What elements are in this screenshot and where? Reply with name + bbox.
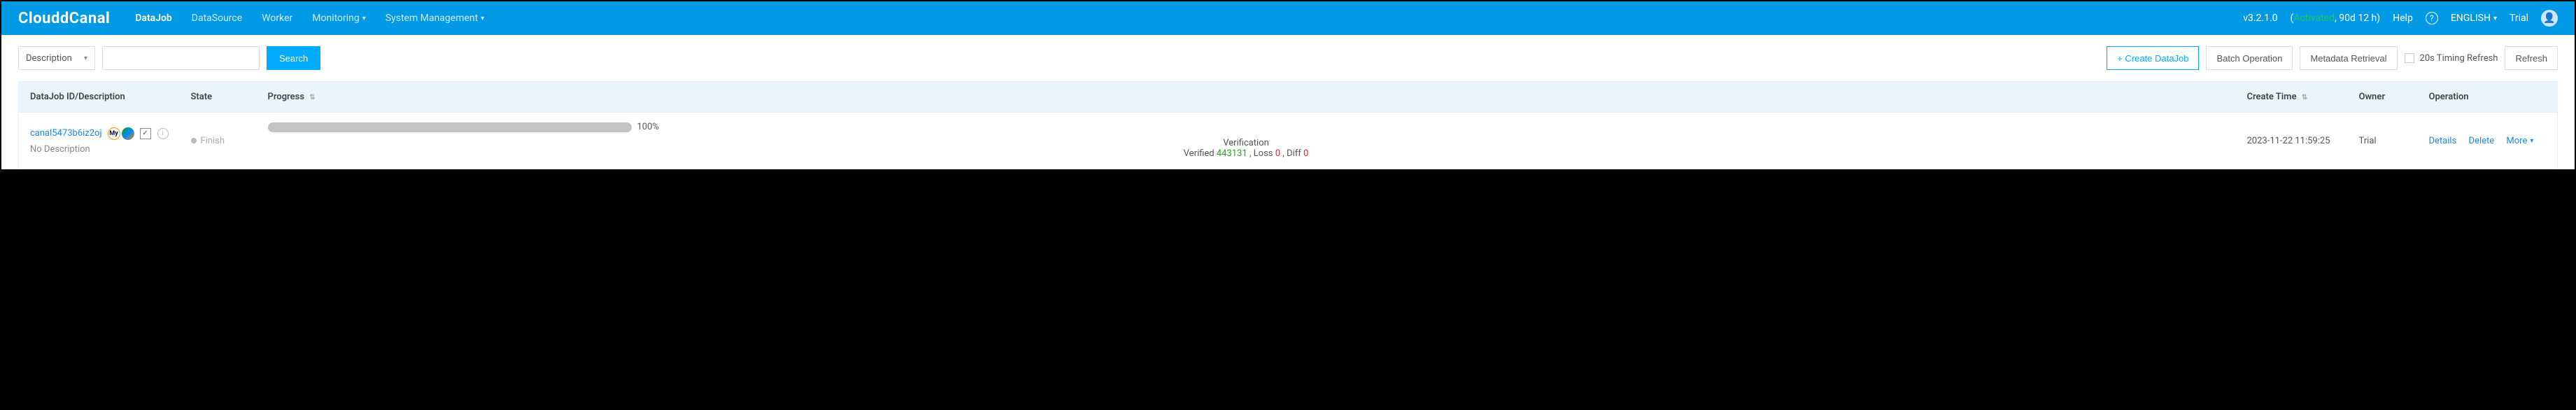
brand-logo: ClouddCanal xyxy=(18,10,110,27)
column-header-operation: Operation xyxy=(2418,82,2558,113)
license-info: (Activated, 90d 12 h) xyxy=(2291,13,2381,24)
table-row: canal5473b6iz2oj My ✓ i No Description xyxy=(19,113,2558,169)
column-header-state: State xyxy=(180,82,257,113)
timing-refresh-label: 20s Timing Refresh xyxy=(2420,53,2498,64)
more-dropdown[interactable]: More ▾ xyxy=(2506,136,2533,146)
nav-monitoring[interactable]: Monitoring ▾ xyxy=(312,13,366,24)
loss-count: 0 xyxy=(1275,148,1280,159)
chevron-down-icon: ▾ xyxy=(2493,15,2497,22)
help-icon[interactable]: ? xyxy=(2426,12,2438,24)
datajob-table: DataJob ID/Description State Progress ⇅ … xyxy=(18,81,2558,169)
progress-stage: Verification xyxy=(268,138,2225,148)
column-header-create-time[interactable]: Create Time ⇅ xyxy=(2236,82,2348,113)
chevron-down-icon: ▾ xyxy=(84,55,87,62)
datasource-icons: My xyxy=(108,127,134,140)
language-label: ENGLISH xyxy=(2451,13,2491,24)
state-label: Finish xyxy=(201,136,225,146)
mysql-icon: My xyxy=(108,127,120,140)
nav-monitoring-label: Monitoring xyxy=(312,13,360,24)
sort-icon: ⇅ xyxy=(309,94,315,101)
details-link[interactable]: Details xyxy=(2429,136,2457,146)
user-name: Trial xyxy=(2510,13,2528,24)
progress-cell: 100% Verification Verified 443131 , Loss… xyxy=(268,122,2225,159)
version-label: v3.2.1.0 xyxy=(2243,13,2277,24)
diff-count: 0 xyxy=(1303,148,1308,159)
nav-worker[interactable]: Worker xyxy=(262,13,292,24)
language-select[interactable]: ENGLISH ▾ xyxy=(2451,13,2497,24)
timing-refresh-toggle[interactable]: 20s Timing Refresh xyxy=(2405,53,2498,64)
progress-percent: 100% xyxy=(637,122,659,132)
owner-cell: Trial xyxy=(2348,113,2418,169)
create-time-cell: 2023-11-22 11:59:25 xyxy=(2236,113,2348,169)
create-datajob-button[interactable]: + Create DataJob xyxy=(2107,46,2199,70)
top-nav-bar: ClouddCanal DataJob DataSource Worker Mo… xyxy=(1,1,2575,35)
sort-icon: ⇅ xyxy=(2302,94,2307,101)
help-link[interactable]: Help xyxy=(2393,13,2413,24)
main-nav: DataJob DataSource Worker Monitoring ▾ S… xyxy=(135,13,2243,24)
verified-count: 443131 xyxy=(1217,148,1247,159)
info-icon[interactable]: i xyxy=(157,128,169,139)
progress-bar: 100% xyxy=(268,122,632,132)
progress-fill xyxy=(268,122,632,132)
state-cell: Finish xyxy=(191,136,246,146)
avatar[interactable]: 👤 xyxy=(2541,10,2558,27)
chevron-down-icon: ▾ xyxy=(2530,137,2533,145)
chevron-down-icon: ▾ xyxy=(362,15,366,22)
license-status: Activated xyxy=(2293,13,2335,24)
check-icon[interactable]: ✓ xyxy=(140,128,151,139)
action-row: Description ▾ Search + Create DataJob Ba… xyxy=(1,35,2575,81)
top-right-area: v3.2.1.0 (Activated, 90d 12 h) Help ? EN… xyxy=(2243,10,2558,27)
search-input[interactable] xyxy=(102,46,260,70)
datajob-description: No Description xyxy=(30,144,169,155)
nav-sysmgmt-label: System Management xyxy=(385,13,478,24)
column-header-id: DataJob ID/Description xyxy=(19,82,180,113)
batch-operation-button[interactable]: Batch Operation xyxy=(2206,46,2293,70)
checkbox-icon xyxy=(2405,53,2414,63)
target-db-icon xyxy=(122,127,134,140)
delete-link[interactable]: Delete xyxy=(2469,136,2495,146)
refresh-button[interactable]: Refresh xyxy=(2505,46,2558,70)
state-dot-icon xyxy=(191,138,197,143)
datajob-id-link[interactable]: canal5473b6iz2oj xyxy=(30,128,102,139)
nav-datasource[interactable]: DataSource xyxy=(192,13,242,24)
search-button[interactable]: Search xyxy=(267,46,320,70)
progress-detail: Verified 443131 , Loss 0 , Diff 0 xyxy=(268,148,2225,159)
filter-field-select[interactable]: Description ▾ xyxy=(18,46,95,70)
nav-datajob[interactable]: DataJob xyxy=(135,13,171,24)
filter-field-label: Description xyxy=(26,53,72,64)
nav-system-management[interactable]: System Management ▾ xyxy=(385,13,484,24)
metadata-retrieval-button[interactable]: Metadata Retrieval xyxy=(2300,46,2397,70)
column-header-progress[interactable]: Progress ⇅ xyxy=(257,82,2236,113)
chevron-down-icon: ▾ xyxy=(481,15,484,22)
license-duration: 90d 12 h xyxy=(2339,13,2377,24)
column-header-owner: Owner xyxy=(2348,82,2418,113)
